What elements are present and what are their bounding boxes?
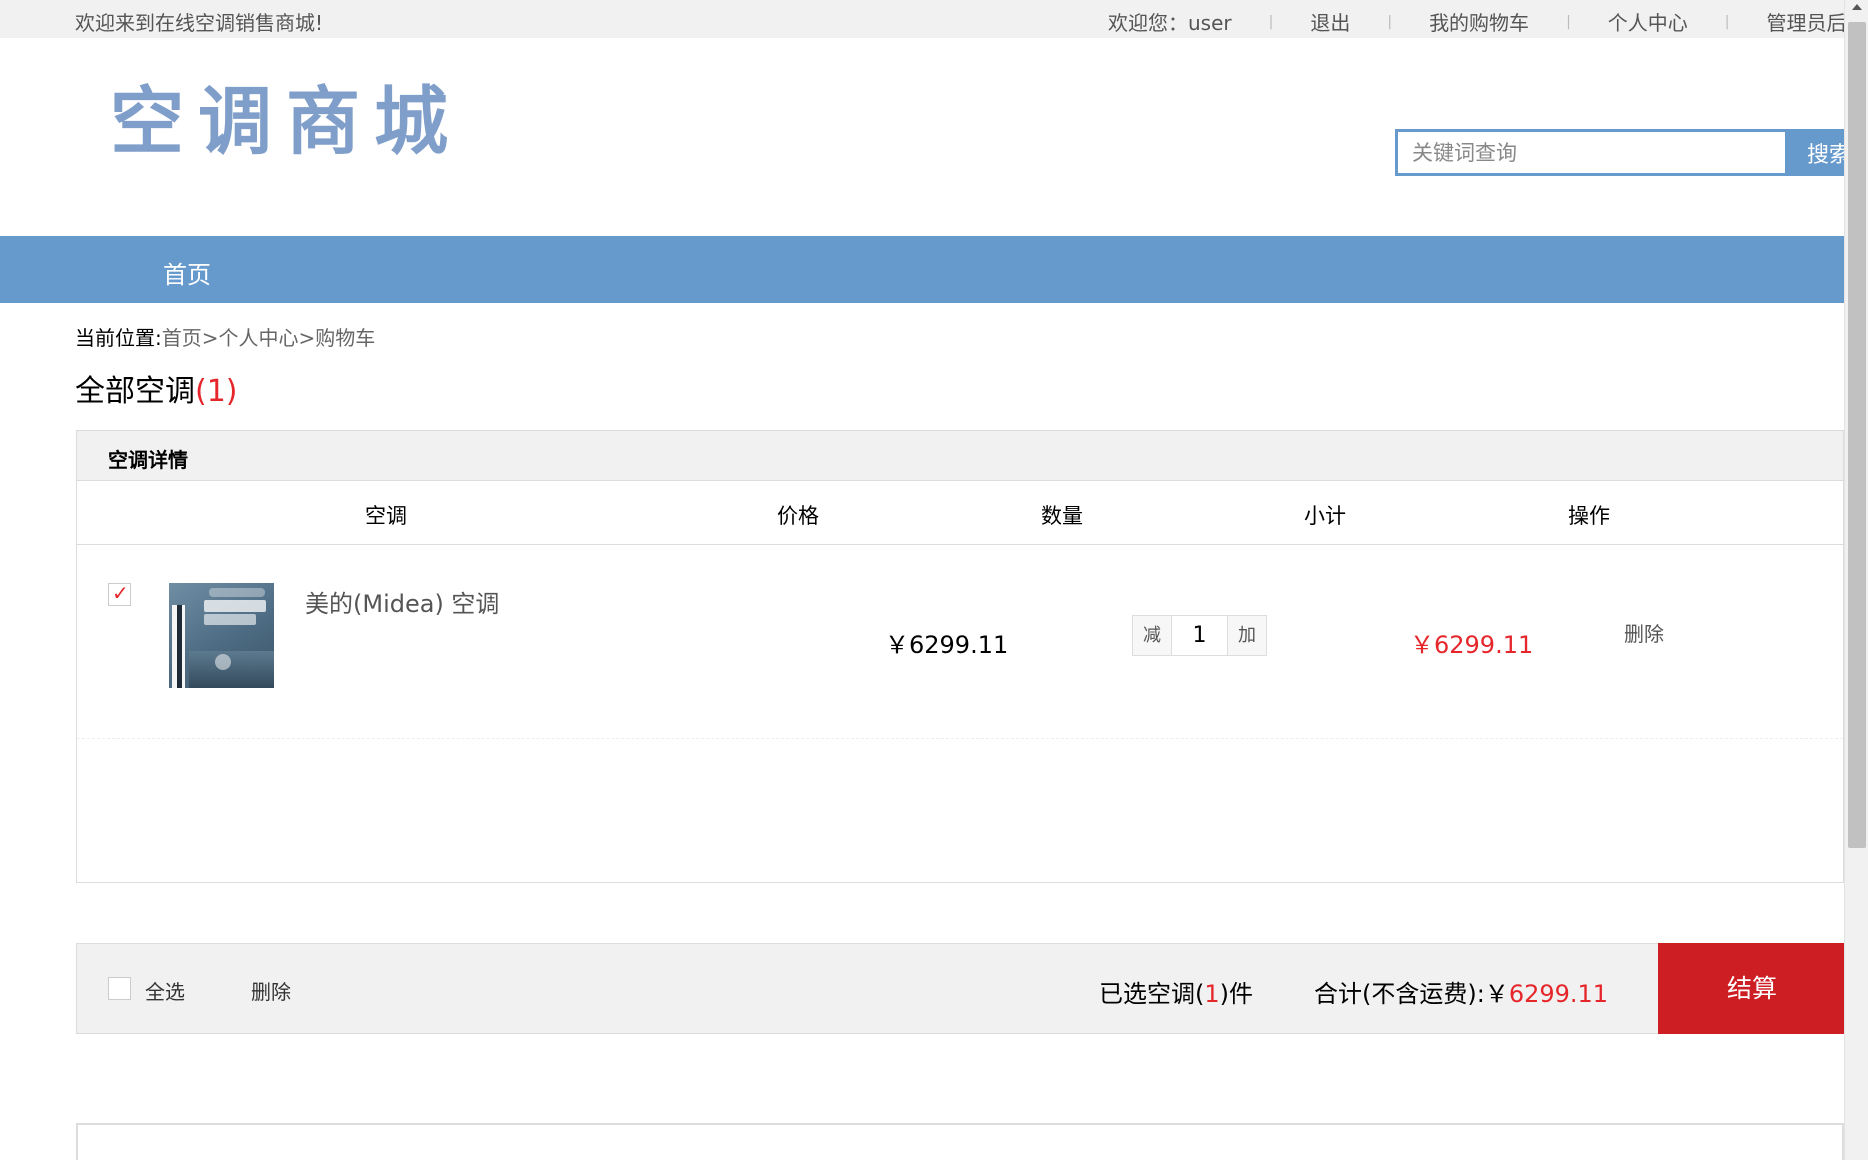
admin-link[interactable]: 管理员后 (1767, 7, 1847, 36)
page-title: 全部空调(1) (75, 366, 238, 410)
quantity-value[interactable]: 1 (1171, 616, 1228, 655)
divider: | (1724, 13, 1730, 30)
select-all-checkbox[interactable] (108, 977, 131, 1000)
selected-number: 1 (1204, 980, 1220, 1008)
main-nav: 首页 (0, 236, 1844, 303)
breadcrumb-label: 当前位置: (75, 326, 162, 350)
divider: | (1387, 13, 1393, 30)
item-subtotal: ￥6299.11 (1410, 631, 1534, 659)
search-button[interactable]: 搜索 (1785, 129, 1847, 176)
delete-item-link[interactable]: 删除 (1624, 618, 1664, 647)
table-row: 美的(Midea) 空调 ￥6299.11 减 1 加 ￥6299.11 删除 (77, 545, 1843, 739)
page: 欢迎来到在线空调销售商城! 欢迎您：user | 退出 | 我的购物车 | 个人… (0, 0, 1868, 1160)
select-all-label[interactable]: 全选 (145, 976, 185, 1005)
product-name[interactable]: 美的(Midea) 空调 (305, 584, 499, 619)
section-title: 空调详情 (108, 448, 188, 472)
search-input[interactable] (1395, 129, 1785, 176)
column-header-price: 价格 (777, 504, 819, 528)
decrease-button[interactable]: 减 (1133, 616, 1171, 655)
item-count: (1) (195, 374, 238, 409)
unit-price: ￥6299.11 (885, 631, 1009, 659)
my-cart-link[interactable]: 我的购物车 (1429, 7, 1529, 36)
profile-link[interactable]: 个人中心 (1608, 7, 1688, 36)
breadcrumb: 当前位置:首页>个人中心>购物车 (75, 322, 375, 351)
site-logo[interactable]: 空调商城 (110, 62, 462, 169)
scrollbar-thumb[interactable] (1848, 22, 1866, 848)
welcome-text: 欢迎来到在线空调销售商城! (75, 11, 324, 35)
chevron-up-icon[interactable] (1852, 4, 1862, 10)
user-greeting: 欢迎您：user (1108, 11, 1232, 35)
nav-item-home[interactable]: 首页 (163, 255, 211, 290)
top-links: 欢迎您：user | 退出 | 我的购物车 | 个人中心 | 管理员后 (1108, 7, 1847, 36)
cart-table: 空调详情 空调 价格 数量 小计 操作 美的(Midea) 空调 ￥6299.1… (76, 430, 1844, 883)
increase-button[interactable]: 加 (1228, 616, 1266, 655)
column-header-action: 操作 (1568, 504, 1610, 528)
vertical-scrollbar[interactable] (1844, 0, 1868, 1160)
quantity-stepper: 减 1 加 (1132, 615, 1267, 656)
item-checkbox[interactable] (108, 581, 131, 606)
product-image[interactable] (169, 583, 274, 688)
checkout-bar: 全选 删除 已选空调(1)件 合计(不含运费):￥6299.11 结算 (76, 943, 1846, 1034)
logout-link[interactable]: 退出 (1310, 7, 1350, 36)
checkout-button[interactable]: 结算 (1658, 943, 1846, 1034)
total-amount: 6299.11 (1508, 980, 1609, 1008)
delete-selected-link[interactable]: 删除 (251, 976, 291, 1005)
column-header-subtotal: 小计 (1304, 504, 1346, 528)
table-header: 空调 价格 数量 小计 操作 (77, 481, 1843, 545)
column-header-product: 空调 (365, 504, 407, 528)
divider: | (1566, 13, 1571, 30)
order-total: 合计(不含运费):￥6299.11 (1314, 980, 1609, 1008)
divider: | (1268, 13, 1274, 30)
lower-panel (76, 1123, 1844, 1160)
page-title-text: 全部空调 (75, 374, 195, 409)
top-bar: 欢迎来到在线空调销售商城! 欢迎您：user | 退出 | 我的购物车 | 个人… (0, 0, 1847, 38)
play-icon (215, 654, 231, 670)
column-header-quantity: 数量 (1041, 504, 1083, 528)
search-bar: 搜索 (1395, 129, 1847, 176)
selected-count: 已选空调(1)件 (1099, 980, 1254, 1008)
cart-section-header: 空调详情 (77, 431, 1843, 481)
breadcrumb-path[interactable]: 首页>个人中心>购物车 (162, 326, 376, 350)
